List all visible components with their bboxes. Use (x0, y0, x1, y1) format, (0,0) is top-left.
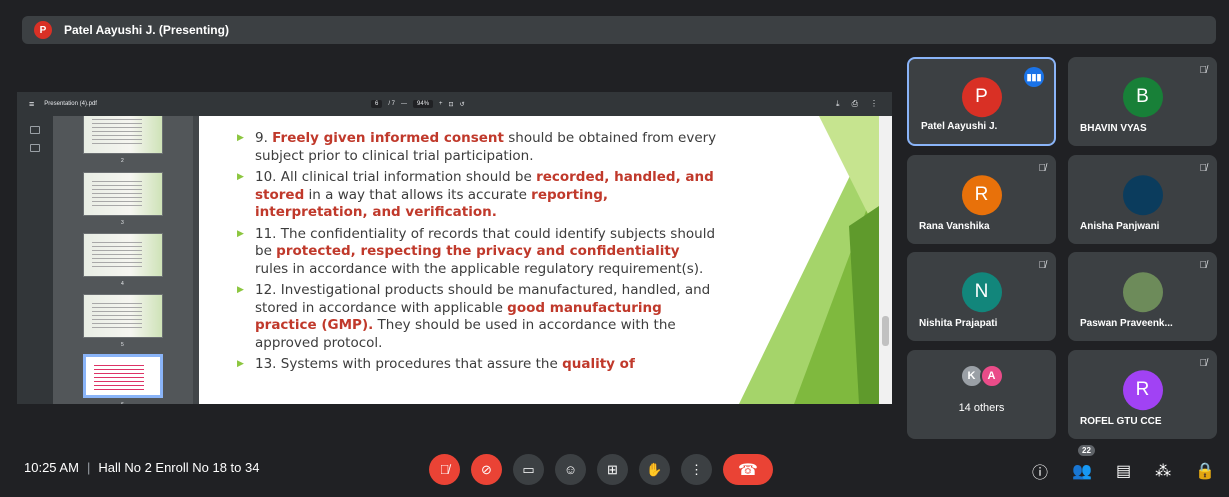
avatar: N (961, 271, 1002, 312)
page-total: / 7 (388, 101, 396, 107)
participant-tile[interactable]: R 🎙̸ ROFEL GTU CCE (1068, 350, 1217, 439)
print-icon[interactable]: ⎙ (852, 99, 858, 109)
page-thumbnail[interactable] (83, 233, 163, 277)
presenter-avatar: P (34, 21, 52, 39)
page-thumbnail[interactable] (83, 294, 163, 338)
muted-icon: 🎙̸ (1199, 358, 1208, 369)
others-label: 14 others (958, 402, 1005, 414)
separator: | (86, 460, 91, 475)
pdf-sidebar (17, 116, 53, 404)
host-controls-icon[interactable]: 🔒 (1195, 461, 1215, 481)
page-thumbnail-active[interactable] (83, 354, 163, 398)
slide-page: 9. Freely given informed consent should … (199, 116, 879, 404)
avatar: R (1122, 369, 1163, 410)
speaking-indicator-icon: ▮▮▮ (1024, 67, 1044, 87)
page-thumbnail[interactable] (83, 172, 163, 216)
zoom-level[interactable]: 94% (413, 100, 434, 108)
thumbnail-number: 4 (121, 281, 124, 287)
more-options-icon[interactable]: ⋮ (681, 454, 712, 485)
rotate-icon[interactable]: ↺ (460, 101, 465, 108)
activities-icon[interactable]: ⁂ (1155, 461, 1171, 481)
download-icon[interactable]: ⤓ (836, 99, 840, 109)
page-thumbnail[interactable] (83, 116, 163, 154)
slide-bullet: 12. Investigational products should be m… (237, 282, 717, 352)
captions-icon[interactable]: ▭ (513, 454, 544, 485)
participant-tile[interactable]: 🎙̸ Anisha Panjwani (1068, 155, 1217, 244)
participant-tile[interactable]: N 🎙̸ Nishita Prajapati (907, 252, 1056, 341)
call-controls: 🎙̸ ⊘ ▭ ☺ ⊞ ✋ ⋮ ☎ (429, 454, 773, 485)
meeting-info: 10:25 AM | Hall No 2 Enroll No 18 to 34 (24, 460, 259, 475)
mini-avatar: A (979, 364, 1004, 388)
present-screen-icon[interactable]: ⊞ (597, 454, 628, 485)
pdf-pager: 6 / 7 — 94% + ⊡ ↺ (371, 100, 465, 108)
participant-tile[interactable]: R 🎙̸ Rana Vanshika (907, 155, 1056, 244)
presenting-banner: P Patel Aayushi J. (Presenting) (22, 16, 1216, 44)
participant-name: Patel Aayushi J. (921, 121, 998, 132)
muted-icon: 🎙̸ (1199, 65, 1208, 76)
participant-name: BHAVIN VYAS (1080, 123, 1147, 134)
participant-name: ROFEL GTU CCE (1080, 416, 1162, 427)
bottom-bar: 10:25 AM | Hall No 2 Enroll No 18 to 34 🎙̸… (0, 440, 1229, 497)
muted-icon: 🎙̸ (1038, 163, 1047, 174)
participant-name: Anisha Panjwani (1080, 221, 1160, 232)
pdf-filename: Presentation (4).pdf (44, 101, 97, 107)
thumbnail-number: 2 (121, 158, 124, 164)
shared-screen: ≡ Presentation (4).pdf 6 / 7 — 94% + ⊡ ↺… (17, 92, 892, 404)
meeting-name[interactable]: Hall No 2 Enroll No 18 to 34 (98, 460, 259, 475)
mic-off-icon[interactable]: 🎙̸ (429, 454, 460, 485)
slide-bullet: 10. All clinical trial information shoul… (237, 169, 717, 222)
participant-name: Paswan Praveenk... (1080, 318, 1173, 329)
muted-icon: 🎙̸ (1199, 163, 1208, 174)
more-vert-icon[interactable]: ⋮ (870, 99, 878, 109)
slide-text: 9. Freely given informed consent should … (237, 130, 717, 378)
camera-off-icon[interactable]: ⊘ (471, 454, 502, 485)
page-number-input[interactable]: 6 (371, 100, 383, 108)
muted-icon: 🎙̸ (1038, 260, 1047, 271)
menu-icon[interactable]: ≡ (29, 99, 34, 109)
avatar: B (1122, 76, 1163, 117)
participant-tile[interactable]: B 🎙̸ BHAVIN VYAS (1068, 57, 1217, 146)
clock-time: 10:25 AM (24, 460, 79, 475)
participant-tile[interactable]: P ▮▮▮ Patel Aayushi J. (907, 57, 1056, 146)
slide-bullet: 13. Systems with procedures that assure … (237, 356, 717, 374)
chat-icon[interactable]: ▤ (1116, 461, 1131, 481)
zoom-in-icon[interactable]: + (439, 101, 443, 107)
leave-call-icon[interactable]: ☎ (723, 454, 773, 485)
participant-name: Rana Vanshika (919, 221, 990, 232)
page-scrollbar[interactable] (879, 116, 892, 404)
participant-name: Nishita Prajapati (919, 318, 998, 329)
slide-bullet: 9. Freely given informed consent should … (237, 130, 717, 165)
thumbnail-number: 3 (121, 220, 124, 226)
avatar (1122, 271, 1163, 312)
zoom-out-icon[interactable]: — (401, 101, 407, 107)
thumbnail-number: 5 (121, 342, 124, 348)
avatar: R (961, 174, 1002, 215)
muted-icon: 🎙̸ (1199, 260, 1208, 271)
participant-tile[interactable]: 🎙̸ Paswan Praveenk... (1068, 252, 1217, 341)
pdf-toolbar: ≡ Presentation (4).pdf 6 / 7 — 94% + ⊡ ↺… (17, 92, 892, 116)
others-tile[interactable]: K A 14 others (907, 350, 1056, 439)
thumbnail-strip: 2 3 4 5 6 (53, 116, 193, 404)
raise-hand-icon[interactable]: ✋ (639, 454, 670, 485)
outline-icon[interactable] (30, 144, 40, 152)
presenting-label: Patel Aayushi J. (Presenting) (64, 23, 229, 37)
people-count-badge: 22 (1078, 445, 1095, 456)
slide-decoration (739, 116, 879, 404)
slide-bullet: 11. The confidentiality of records that … (237, 226, 717, 279)
people-icon[interactable]: 👥 22 (1072, 445, 1095, 481)
avatar (1122, 174, 1163, 215)
avatar: P (961, 76, 1002, 117)
fit-page-icon[interactable]: ⊡ (449, 101, 454, 108)
thumbnails-icon[interactable] (30, 126, 40, 134)
thumbnail-number: 6 (121, 402, 124, 404)
info-icon[interactable]: ⓘ (1032, 459, 1048, 483)
emoji-icon[interactable]: ☺ (555, 454, 586, 485)
